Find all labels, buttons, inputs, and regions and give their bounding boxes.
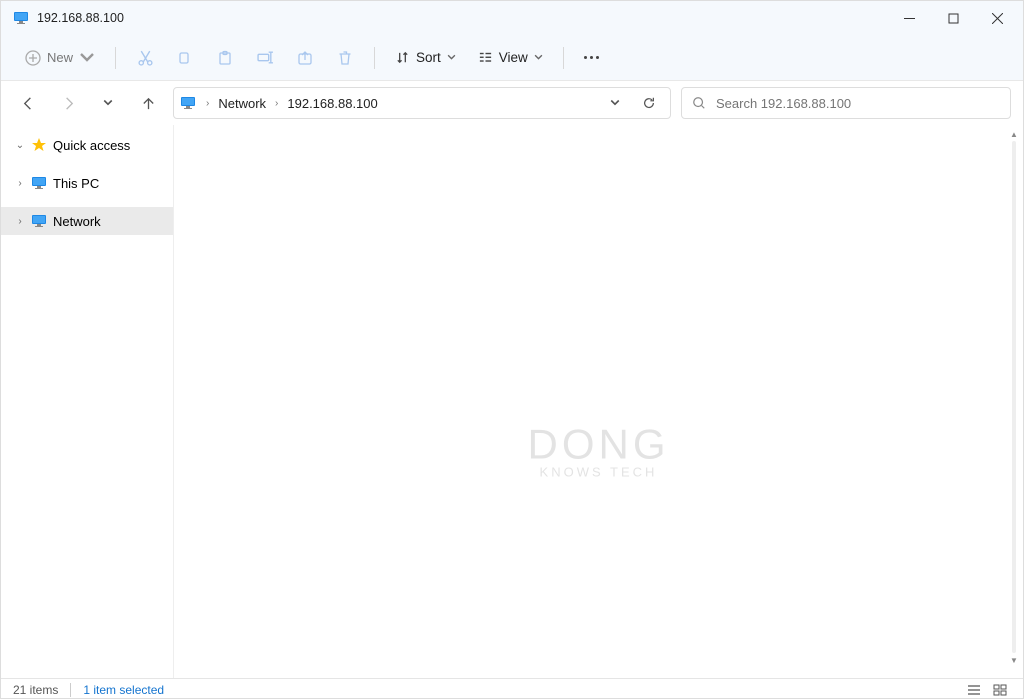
separator [563,47,564,69]
network-icon [31,213,47,229]
window-title: 192.168.88.100 [37,11,887,25]
separator [115,47,116,69]
chevron-right-icon: › [206,98,209,109]
app-icon [13,10,29,26]
chevron-down-icon[interactable]: ⌄ [15,140,25,151]
sidebar-label: Quick access [53,138,130,153]
history-dropdown-icon[interactable] [600,88,630,118]
scroll-down-icon[interactable]: ▼ [1007,653,1021,667]
close-button[interactable] [975,3,1019,33]
address-bar[interactable]: › Network › 192.168.88.100 [173,87,671,119]
scroll-track[interactable] [1012,141,1016,653]
breadcrumb-current[interactable]: 192.168.88.100 [282,92,382,115]
minimize-button[interactable] [887,3,931,33]
more-button[interactable] [574,48,609,67]
sidebar-quick-access[interactable]: ⌄ Quick access [1,131,173,159]
refresh-icon[interactable] [634,88,664,118]
breadcrumb-network[interactable]: Network [213,92,271,115]
pc-icon [31,175,47,191]
new-button[interactable]: New [15,45,105,71]
scrollbar[interactable]: ▲ ▼ [1007,127,1021,667]
chevron-right-icon: › [275,98,278,109]
search-box[interactable] [681,87,1011,119]
share-icon[interactable] [286,40,324,76]
toolbar: New Sort View [1,35,1023,81]
search-icon [692,96,706,110]
delete-icon[interactable] [326,40,364,76]
separator [70,683,71,697]
recent-button[interactable] [93,88,123,118]
watermark: DONG KNOWS TECH [528,421,670,480]
sidebar-label: This PC [53,176,99,191]
location-icon [180,95,196,111]
separator [374,47,375,69]
content-pane[interactable]: ▲ ▼ DONG KNOWS TECH [174,125,1023,678]
icons-view-icon[interactable] [989,681,1011,699]
view-button[interactable]: View [468,45,553,70]
titlebar: 192.168.88.100 [1,1,1023,35]
up-button[interactable] [133,88,163,118]
status-selection: 1 item selected [83,683,164,697]
status-bar: 21 items 1 item selected [1,678,1023,700]
maximize-button[interactable] [931,3,975,33]
rename-icon[interactable] [246,40,284,76]
sidebar-network[interactable]: › Network [1,207,173,235]
cut-icon[interactable] [126,40,164,76]
paste-icon[interactable] [206,40,244,76]
sort-button[interactable]: Sort [385,45,466,70]
star-icon [31,137,47,153]
chevron-right-icon[interactable]: › [15,178,25,189]
status-count: 21 items [13,683,58,697]
search-input[interactable] [716,96,1000,111]
back-button[interactable] [13,88,43,118]
sidebar-this-pc[interactable]: › This PC [1,169,173,197]
address-row: › Network › 192.168.88.100 [1,81,1023,125]
forward-button[interactable] [53,88,83,118]
scroll-up-icon[interactable]: ▲ [1007,127,1021,141]
chevron-right-icon[interactable]: › [15,216,25,227]
sidebar-label: Network [53,214,101,229]
copy-icon[interactable] [166,40,204,76]
details-view-icon[interactable] [963,681,985,699]
sidebar: ⌄ Quick access › This PC › Network [1,125,174,678]
